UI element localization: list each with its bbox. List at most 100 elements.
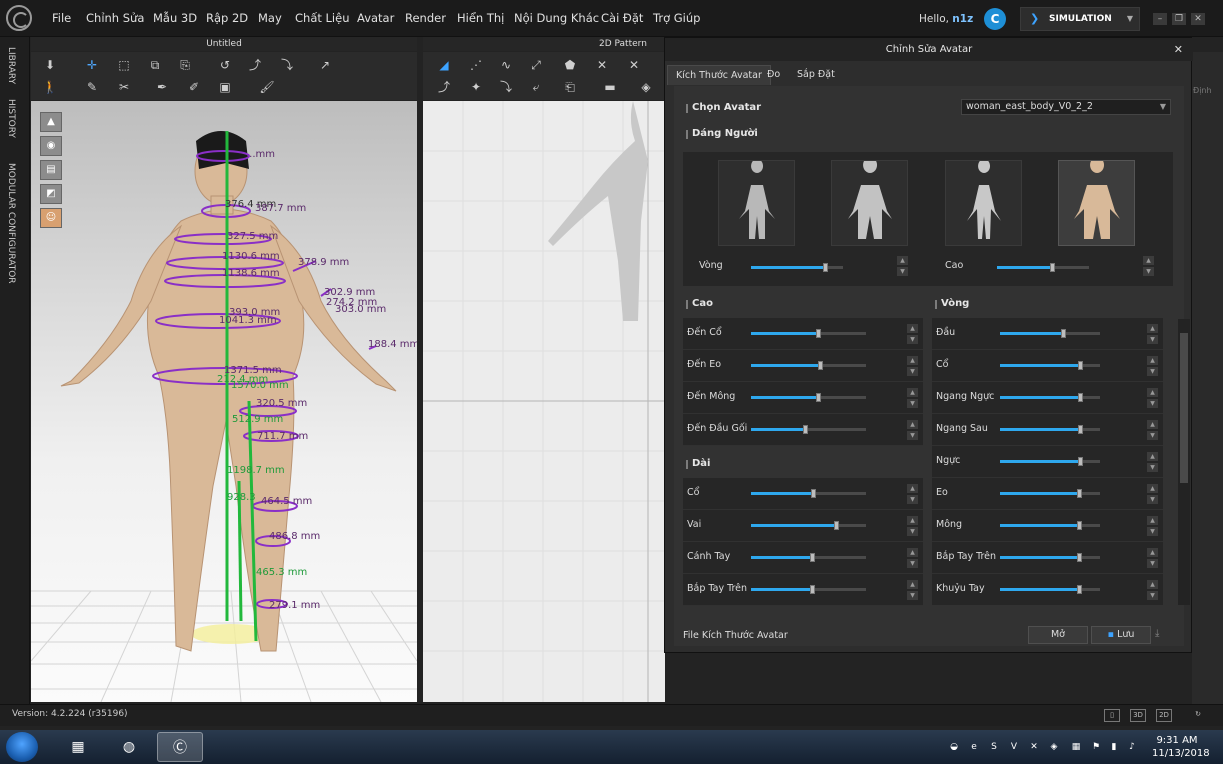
brush-icon[interactable]: 🖌	[256, 77, 278, 97]
spinner[interactable]: ▲ ▼	[1147, 420, 1158, 440]
slider-knob[interactable]	[1078, 393, 1083, 402]
spinner[interactable]: ▲ ▼	[1147, 452, 1158, 472]
spinner[interactable]: ▲ ▼	[1147, 356, 1158, 376]
restore-icon[interactable]: ❐	[1172, 13, 1186, 25]
fabric-icon[interactable]: ◩	[40, 184, 62, 204]
tray-icon[interactable]: ✕	[1028, 741, 1040, 753]
tab-library[interactable]: LIBRARY	[6, 47, 16, 84]
body-shape-option[interactable]	[831, 157, 908, 246]
up-arrow-icon[interactable]: ▲	[1147, 580, 1158, 589]
up-arrow-icon[interactable]: ▲	[1147, 356, 1158, 365]
download-icon[interactable]: ⤓	[1155, 628, 1159, 639]
save-button[interactable]: ▪ Lưu	[1091, 626, 1151, 644]
slider-knob[interactable]	[1077, 553, 1082, 562]
scroll-thumb[interactable]	[1180, 333, 1188, 483]
measure-slider[interactable]	[1000, 329, 1100, 338]
flag-icon[interactable]: ⚑	[1090, 741, 1102, 753]
spinner[interactable]: ▲ ▼	[1147, 516, 1158, 536]
down-arrow-icon[interactable]: ▼	[907, 399, 918, 408]
menu-other-content[interactable]: Nội Dung Khác	[514, 11, 599, 25]
fold-icon[interactable]: ⎘	[174, 55, 196, 75]
down-arrow-icon[interactable]: ▼	[1147, 591, 1158, 600]
tray-icon[interactable]: V	[1008, 741, 1020, 753]
up-arrow-icon[interactable]: ▲	[907, 356, 918, 365]
down-arrow-icon[interactable]: ▼	[907, 335, 918, 344]
needle-icon[interactable]: ✒	[151, 77, 173, 97]
slider-knob[interactable]	[811, 489, 817, 498]
tab-avatar-size[interactable]: Kích Thước Avatar	[667, 65, 771, 85]
edit-curve-icon[interactable]: ∿	[495, 55, 517, 75]
down-arrow-icon[interactable]: ▼	[1147, 367, 1158, 376]
refresh-icon[interactable]: ↻	[1190, 709, 1206, 722]
free-sewing-icon[interactable]: ⤶	[525, 77, 547, 97]
measure-slider[interactable]	[751, 425, 866, 434]
spinner[interactable]: ▲ ▼	[907, 420, 918, 440]
body-shape-option[interactable]	[718, 159, 795, 246]
up-arrow-icon[interactable]: ▲	[907, 548, 918, 557]
edit-point-icon[interactable]: ⋰	[465, 55, 487, 75]
polygon-icon[interactable]: ⬟	[559, 55, 581, 75]
menu-display[interactable]: Hiển Thị	[457, 11, 504, 25]
tray-icon[interactable]: ▦	[1070, 741, 1082, 753]
slider-knob[interactable]	[834, 521, 840, 530]
slider-knob[interactable]	[809, 585, 815, 594]
measure-slider[interactable]	[751, 393, 866, 402]
spinner[interactable]: ▲ ▼	[907, 484, 918, 504]
spinner[interactable]: ▲ ▼	[907, 580, 918, 600]
spinner[interactable]: ▲ ▼	[1147, 548, 1158, 568]
down-arrow-icon[interactable]: ▼	[1147, 431, 1158, 440]
rect-select-icon[interactable]: ⬚	[113, 55, 135, 75]
up-arrow-icon[interactable]: ▲	[907, 580, 918, 589]
arrange-point-icon[interactable]: ⤴	[244, 55, 266, 75]
measure-slider[interactable]	[751, 521, 866, 530]
measure-slider[interactable]	[1000, 553, 1100, 562]
measure-slider[interactable]	[751, 489, 866, 498]
pin-tool-icon[interactable]: ✂	[113, 77, 135, 97]
volume-icon[interactable]: ♪	[1126, 741, 1138, 753]
girth-scrollbar[interactable]	[1178, 319, 1190, 605]
arrange-icon[interactable]: ↺	[214, 55, 236, 75]
measure-slider[interactable]	[751, 329, 866, 338]
spinner[interactable]: ▲ ▼	[907, 324, 918, 344]
measure-slider[interactable]	[1000, 361, 1100, 370]
tab-arrangement[interactable]: Sắp Đặt	[789, 65, 843, 85]
menu-2d-pattern[interactable]: Rập 2D	[206, 11, 248, 25]
measure-slider[interactable]	[751, 585, 866, 594]
slider-knob[interactable]	[815, 329, 821, 338]
username[interactable]: n1z	[952, 13, 973, 25]
garment-icon[interactable]: ▤	[40, 160, 62, 180]
up-arrow-icon[interactable]: ▲	[1147, 324, 1158, 333]
avatar-icon[interactable]: ☺	[40, 208, 62, 228]
texture-icon[interactable]: ◈	[635, 77, 657, 97]
up-arrow-icon[interactable]: ▲	[907, 420, 918, 429]
slider-knob[interactable]	[809, 553, 815, 562]
measure-slider[interactable]	[751, 361, 866, 370]
iron-icon[interactable]: ▬	[599, 77, 621, 97]
spinner[interactable]: ▲ ▼	[907, 388, 918, 408]
network-icon[interactable]: ▮	[1108, 741, 1120, 753]
girth-shape-slider[interactable]	[751, 263, 843, 272]
slider-knob[interactable]	[818, 361, 823, 370]
avatar-view-icon[interactable]: ▲	[40, 112, 62, 132]
simulation-mode-button[interactable]: ❯ SIMULATION ▼	[1020, 7, 1140, 31]
tab-measure[interactable]: Đo	[759, 65, 788, 85]
down-arrow-icon[interactable]: ▼	[907, 591, 918, 600]
tape-icon[interactable]: ✎	[81, 77, 103, 97]
cloud-icon[interactable]: C	[984, 8, 1006, 30]
down-arrow-icon[interactable]: ▼	[1147, 335, 1158, 344]
tray-icon[interactable]: S	[988, 741, 1000, 753]
up-arrow-icon[interactable]: ▲	[907, 516, 918, 525]
dart-icon[interactable]: ✦	[465, 77, 487, 97]
tab-modular-configurator[interactable]: MODULAR CONFIGURATOR	[6, 163, 16, 284]
spinner[interactable]: ▲ ▼	[1147, 388, 1158, 408]
stitch-icon[interactable]: ✐	[183, 77, 205, 97]
eye-icon[interactable]: ◉	[40, 136, 62, 156]
up-arrow-icon[interactable]: ▲	[1147, 516, 1158, 525]
select-arrow-icon[interactable]: ⬇	[39, 55, 61, 75]
menu-edit[interactable]: Chỉnh Sửa	[86, 11, 144, 25]
measure-slider[interactable]	[1000, 457, 1100, 466]
measure-slider[interactable]	[1000, 521, 1100, 530]
layer-icon[interactable]: ▣	[214, 77, 236, 97]
transform-icon[interactable]: ⧉	[144, 55, 166, 75]
up-arrow-icon[interactable]: ▲	[1147, 452, 1158, 461]
